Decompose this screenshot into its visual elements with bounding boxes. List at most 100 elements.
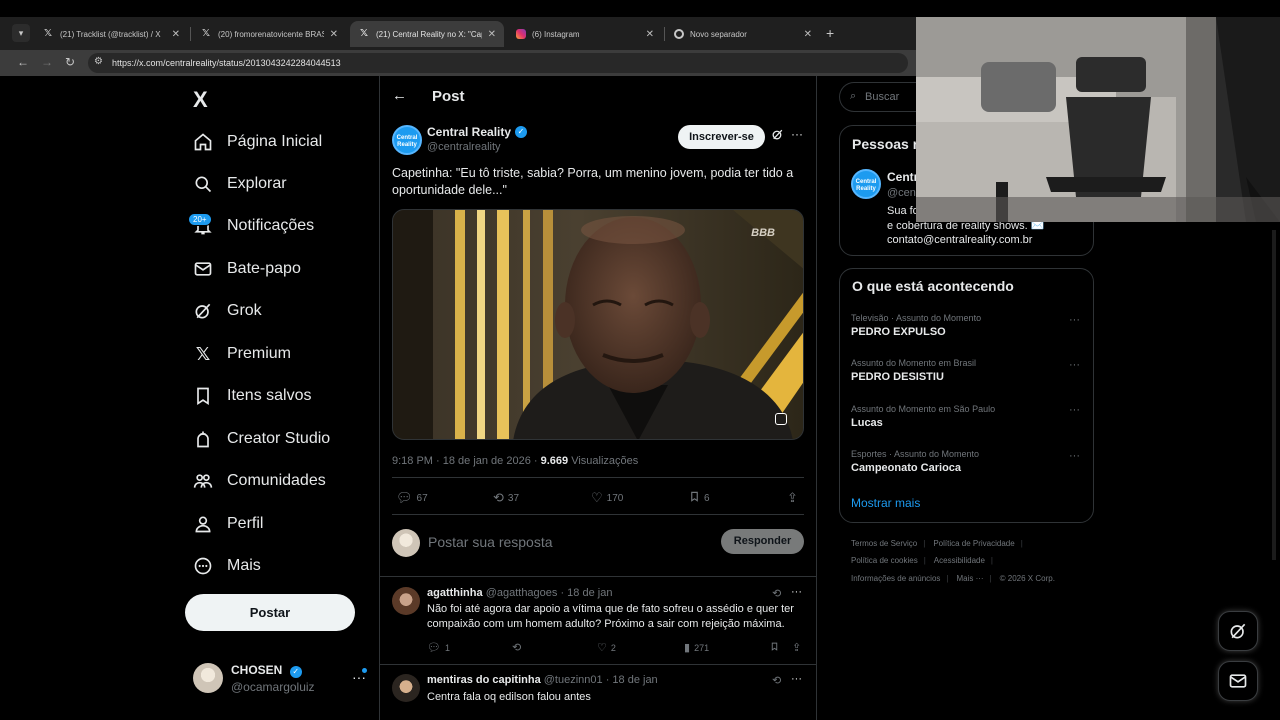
suggested-account-handle: @cen bbox=[887, 187, 916, 199]
grok-icon[interactable]: ⟲ bbox=[772, 587, 781, 600]
comment-reply-action[interactable]: 💬︎ 1 bbox=[427, 641, 450, 654]
share-icon: ⇪ bbox=[787, 490, 798, 505]
bbb-watermark: BBB bbox=[751, 227, 775, 239]
browser-tab-active[interactable]: 𝕏 (21) Central Reality no X: "Capetinha … bbox=[350, 21, 504, 47]
grok-icon[interactable] bbox=[771, 128, 784, 144]
more-options-icon[interactable]: ··· bbox=[791, 586, 802, 598]
url-field[interactable]: ⚙ https://x.com/centralreality/status/20… bbox=[88, 53, 908, 73]
footer-link[interactable]: Política de cookies bbox=[851, 556, 918, 565]
browser-tab[interactable]: 𝕏 (21) Tracklist (@tracklist) / X ✕ bbox=[34, 21, 188, 47]
nav-creator-studio[interactable]: Creator Studio bbox=[192, 424, 330, 454]
search-icon: ⌕ bbox=[850, 90, 857, 102]
verified-badge-icon: ✓ bbox=[515, 126, 528, 138]
footer-link[interactable]: Informações de anúncios bbox=[851, 574, 940, 583]
heart-icon: ♡ bbox=[597, 642, 607, 654]
media-options-icon[interactable] bbox=[775, 413, 787, 425]
comment-share-action[interactable]: ⇪ bbox=[792, 641, 805, 654]
reply-icon: 💬︎ bbox=[427, 642, 441, 654]
nav-home[interactable]: Página Inicial bbox=[192, 127, 322, 157]
comment-bookmark-action[interactable] bbox=[770, 641, 783, 655]
reply-icon: 💬︎ bbox=[396, 490, 413, 505]
more-options-icon[interactable]: ··· bbox=[791, 673, 802, 685]
grok-floating-button[interactable] bbox=[1218, 611, 1258, 651]
nav-explore[interactable]: Explorar bbox=[192, 169, 287, 199]
trend-more-icon[interactable]: ··· bbox=[1069, 359, 1080, 371]
browser-tab[interactable]: (6) Instagram ✕ bbox=[508, 21, 662, 47]
nav-communities[interactable]: Comunidades bbox=[192, 466, 326, 496]
bookmark-icon bbox=[770, 641, 779, 655]
comment-avatar[interactable] bbox=[392, 587, 420, 615]
copyright: © 2026 X Corp. bbox=[999, 574, 1055, 583]
author-handle[interactable]: @centralreality bbox=[427, 141, 501, 153]
nav-messages[interactable]: Bate-papo bbox=[192, 254, 301, 284]
close-tab-icon[interactable]: ✕ bbox=[172, 29, 180, 40]
reply-action[interactable]: 💬︎ 67 bbox=[396, 490, 428, 506]
post-media[interactable]: BBB bbox=[392, 209, 804, 440]
show-more-link[interactable]: Mostrar mais bbox=[851, 496, 920, 510]
comment-repost-action[interactable]: ⟲ bbox=[512, 641, 525, 654]
trend-context: Assunto do Momento em São Paulo bbox=[851, 404, 996, 414]
back-arrow-icon[interactable]: ← bbox=[17, 55, 29, 69]
page-scrollbar[interactable] bbox=[1272, 230, 1276, 560]
repost-action[interactable]: ⟲ 37 bbox=[493, 490, 519, 506]
views-count[interactable]: 9.669 bbox=[541, 455, 569, 467]
compose-post-button[interactable]: Postar bbox=[185, 594, 355, 631]
verified-badge-icon: ✓ bbox=[289, 666, 302, 678]
site-info-icon[interactable]: ⚙ bbox=[94, 56, 103, 67]
tab-search-dropdown[interactable]: ▾ bbox=[12, 24, 30, 42]
share-action[interactable]: ⇪ bbox=[787, 490, 802, 506]
forward-arrow-icon[interactable]: → bbox=[41, 55, 53, 69]
bookmark-action[interactable]: 6 bbox=[689, 490, 710, 506]
nav-profile[interactable]: Perfil bbox=[192, 509, 263, 539]
my-avatar bbox=[392, 529, 420, 557]
author-avatar[interactable]: Central Reality bbox=[392, 125, 422, 155]
nav-premium[interactable]: 𝕏 Premium bbox=[192, 339, 291, 369]
like-action[interactable]: ♡ 170 bbox=[591, 490, 623, 506]
divider bbox=[380, 576, 816, 577]
comment-text: Não foi até agora dar apoio a vítima que… bbox=[427, 603, 794, 630]
trend-item[interactable]: PEDRO DESISTIU bbox=[851, 371, 944, 383]
trend-more-icon[interactable]: ··· bbox=[1069, 450, 1080, 462]
trend-item[interactable]: PEDRO EXPULSO bbox=[851, 326, 946, 338]
trend-item[interactable]: Lucas bbox=[851, 417, 883, 429]
x-logo-icon[interactable]: X bbox=[193, 87, 208, 113]
back-arrow-icon[interactable]: ← bbox=[392, 87, 407, 104]
suggested-account-avatar[interactable]: Central Reality bbox=[851, 169, 881, 199]
reload-icon[interactable]: ↻ bbox=[65, 55, 75, 69]
search-input[interactable]: ⌕ Buscar bbox=[839, 82, 919, 112]
close-tab-icon[interactable]: ✕ bbox=[646, 29, 654, 40]
footer-link[interactable]: Política de Privacidade bbox=[933, 539, 1014, 548]
account-avatar[interactable] bbox=[193, 663, 223, 693]
trend-item[interactable]: Campeonato Carioca bbox=[851, 462, 961, 474]
nav-more[interactable]: Mais bbox=[192, 551, 261, 581]
trend-more-icon[interactable]: ··· bbox=[1069, 404, 1080, 416]
footer-link[interactable]: Termos de Serviço bbox=[851, 539, 917, 548]
nav-grok[interactable]: Grok bbox=[192, 296, 262, 326]
comment-views[interactable]: ▮ 271 bbox=[684, 641, 709, 654]
trend-more-icon[interactable]: ··· bbox=[1069, 314, 1080, 326]
browser-tab[interactable]: Novo separador ✕ bbox=[666, 21, 820, 47]
tab-divider bbox=[664, 27, 665, 41]
close-tab-icon[interactable]: ✕ bbox=[330, 29, 338, 40]
account-name[interactable]: CHOSEN ✓ bbox=[231, 663, 302, 678]
comment-avatar[interactable] bbox=[392, 674, 420, 702]
grok-icon[interactable]: ⟲ bbox=[772, 674, 781, 687]
new-tab-button[interactable]: + bbox=[826, 25, 834, 41]
person-icon bbox=[192, 513, 214, 535]
messages-floating-button[interactable] bbox=[1218, 661, 1258, 701]
page-title: Post bbox=[432, 88, 465, 105]
author-name[interactable]: Central Reality ✓ bbox=[427, 125, 528, 139]
subscribe-button[interactable]: Inscrever-se bbox=[678, 125, 765, 149]
reply-button[interactable]: Responder bbox=[721, 529, 804, 554]
close-tab-icon[interactable]: ✕ bbox=[488, 29, 496, 40]
creator-studio-icon bbox=[192, 428, 214, 450]
comment-like-action[interactable]: ♡ 2 bbox=[597, 641, 616, 654]
reply-input[interactable]: Postar sua resposta bbox=[428, 534, 553, 550]
more-options-icon[interactable]: ··· bbox=[791, 127, 803, 141]
nav-bookmarks[interactable]: Itens salvos bbox=[192, 381, 311, 411]
footer-more-link[interactable]: Mais ··· bbox=[956, 574, 983, 583]
close-tab-icon[interactable]: ✕ bbox=[804, 29, 812, 40]
browser-tab[interactable]: 𝕏 (20) fromorenatovicente BRASIL ✕ bbox=[192, 21, 346, 47]
footer-link[interactable]: Acessibilidade bbox=[934, 556, 985, 565]
account-handle: @ocamargoluiz bbox=[231, 680, 315, 694]
